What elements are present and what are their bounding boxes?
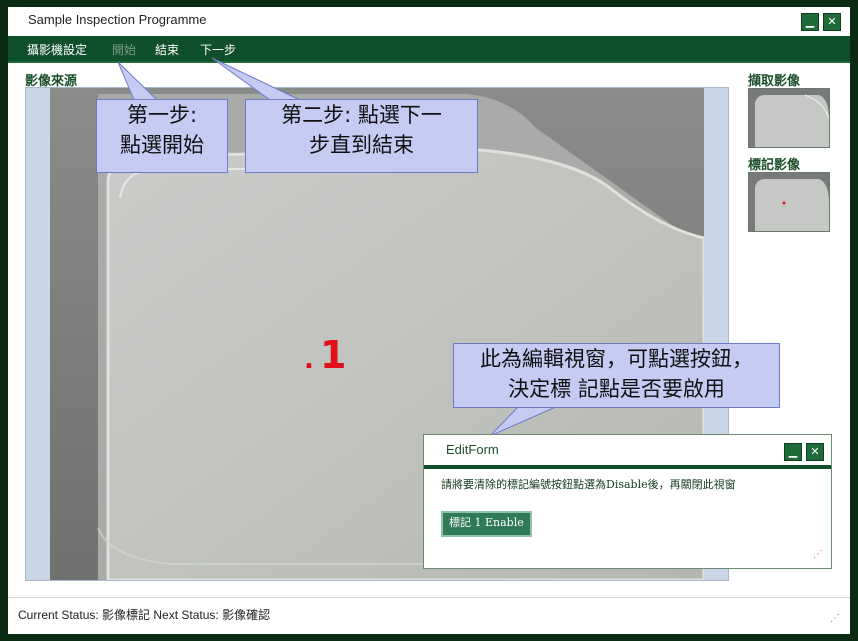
callout-step-two: 第二步: 點選下一 步直到結束 <box>245 99 478 173</box>
minimize-icon[interactable]: ▁ <box>801 13 819 31</box>
resize-grip-icon[interactable]: ⋰ <box>830 613 840 624</box>
marker-number: 1 <box>320 333 346 377</box>
callout-step-one: 第一步: 點選開始 <box>96 99 228 173</box>
menu-start[interactable]: 開始 <box>112 41 136 58</box>
callout-edit-line1: 此為編輯視窗，可點選按鈕， <box>480 347 753 371</box>
edit-form-window: EditForm ▁ ✕ 請將要清除的標記編號按鈕點選為Disable後，再關閉… <box>423 434 832 569</box>
callout-step-two-line2: 步直到結束 <box>309 133 414 157</box>
title-bar: Sample Inspection Programme ▁ ✕ <box>8 7 850 35</box>
edit-form-close-icon[interactable]: ✕ <box>806 443 824 461</box>
captured-image-label: 擷取影像 <box>748 74 801 89</box>
edit-form-minimize-icon[interactable]: ▁ <box>784 443 802 461</box>
edit-form-message: 請將要清除的標記編號按鈕點選為Disable後，再關閉此視窗 <box>441 478 736 491</box>
menu-camera-settings[interactable]: 攝影機設定 <box>27 41 87 58</box>
marker-dot: . <box>304 345 314 375</box>
marked-image-label: 標記影像 <box>748 158 801 173</box>
marker-1-toggle-button[interactable]: 標記 1 Enable <box>441 511 532 537</box>
callout-step-one-line1: 第一步: <box>126 103 198 127</box>
callout-step-one-line2: 點選開始 <box>120 133 204 157</box>
marked-thumb-graphic <box>749 173 829 231</box>
menu-next-step[interactable]: 下一步 <box>200 41 236 58</box>
status-text: Current Status: 影像標記 Next Status: 影像確認 <box>18 608 271 622</box>
edit-form-band <box>424 465 831 469</box>
captured-thumb-graphic <box>749 89 829 147</box>
callout-step-two-line1: 第二步: 點選下一 <box>281 103 442 127</box>
edit-form-resize-grip-icon[interactable]: ⋰ <box>813 549 823 560</box>
menu-end[interactable]: 結束 <box>155 41 179 58</box>
edit-form-title: EditForm <box>446 442 499 457</box>
marked-image-thumbnail[interactable] <box>748 172 830 232</box>
callout-edit-line2: 決定標 記點是否要啟用 <box>508 377 725 401</box>
callout-edit-form: 此為編輯視窗，可點選按鈕， 決定標 記點是否要啟用 <box>453 343 780 408</box>
close-icon[interactable]: ✕ <box>823 13 841 31</box>
status-bar: Current Status: 影像標記 Next Status: 影像確認 ⋰ <box>8 597 850 634</box>
menu-bar: 攝影機設定 開始 結束 下一步 <box>8 36 850 63</box>
window-title: Sample Inspection Programme <box>28 12 207 27</box>
captured-image-thumbnail[interactable] <box>748 88 830 148</box>
